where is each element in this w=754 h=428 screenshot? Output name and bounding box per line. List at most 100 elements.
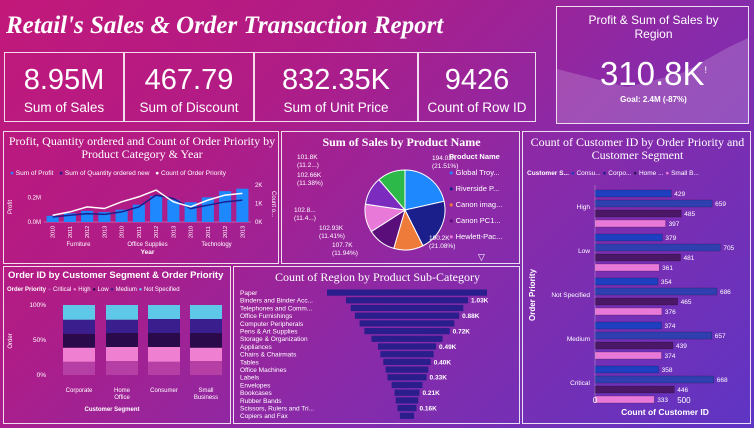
bar-data-label: 361: [662, 265, 673, 272]
pie-legend-title: Product Name: [449, 152, 500, 161]
x-tick-label: 2012: [154, 226, 160, 238]
bar-data-label: 1.03K: [471, 298, 489, 305]
funnel-bar: [399, 412, 415, 419]
panel-profit-quantity-count[interactable]: Profit, Quantity ordered and Count of Or…: [3, 131, 279, 264]
legend-dot: ●: [602, 170, 607, 177]
kpi-count-of-row-id[interactable]: 9426 Count of Row ID: [418, 52, 536, 122]
legend-dot: ●: [138, 287, 143, 293]
legend-corporate: Corpo...: [608, 170, 632, 177]
x-tick-label: 2013: [171, 226, 177, 238]
stack-segment: [63, 319, 95, 334]
bar: [594, 341, 674, 350]
panel-sales-by-product[interactable]: Sum of Sales by Product Name 194.03K (21.…: [281, 131, 520, 264]
y-axis-title: Order: [8, 333, 14, 348]
legend-dot-quantity: ●: [59, 170, 64, 177]
pie-data-label: (11.4...): [294, 215, 316, 222]
panel-order-by-segment[interactable]: Order ID by Customer Segment & Order Pri…: [3, 266, 231, 424]
bar: [594, 199, 713, 208]
x-tick-label: 2012: [85, 226, 91, 238]
funnel-bar: [380, 351, 434, 358]
legend-title: Order Priority: [7, 287, 47, 293]
category-label: Pens & Art Supplies: [240, 329, 298, 336]
pie-legend-item[interactable]: ● Canon imag...: [449, 197, 502, 213]
category-label: Office: [114, 395, 130, 401]
pie-legend-item[interactable]: ● Riverside P...: [449, 181, 502, 197]
region-kpi-number: 310.8K: [599, 55, 705, 92]
bar-data-label: 0.88K: [462, 313, 480, 320]
stack-segment: [63, 347, 95, 362]
funnel-chart: PaperBinders and Binder Acc... 1.03K Telep…: [240, 289, 489, 420]
x-tick-label: 0: [593, 396, 598, 405]
bar-data-label: 668: [717, 377, 728, 384]
funnel-bar: [395, 397, 419, 404]
y-tick-label: 0.0M: [28, 220, 41, 226]
bar: [594, 331, 713, 340]
pie-legend-item[interactable]: ● Canon PC1...: [449, 213, 502, 229]
region-kpi-card[interactable]: Profit & Sum of Sales by Region 310.8K! …: [556, 6, 749, 124]
profit-bar: [81, 210, 94, 222]
category-label: Consumer: [150, 388, 178, 394]
bar-data-label: 439: [676, 343, 687, 350]
region-kpi-alert-icon: !: [704, 65, 708, 75]
panel-region-by-subcategory[interactable]: Count of Region by Product Sub-Category …: [233, 266, 520, 424]
bar-data-label: 333: [657, 397, 668, 404]
funnel-bar: [377, 343, 437, 350]
kpi-sum-of-sales[interactable]: 8.95M Sum of Sales: [4, 52, 124, 122]
category-label: Business: [194, 395, 218, 401]
stack-segment: [148, 319, 180, 333]
x-tick-label: 2011: [137, 226, 143, 238]
legend-quantity: Sum of Quantity ordered new: [64, 170, 150, 177]
panel-customer-by-priority[interactable]: Count of Customer ID by Order Priority a…: [522, 131, 751, 424]
stack-segment: [106, 319, 138, 333]
pie-data-label: 190.2K: [429, 235, 450, 242]
bar-data-label: 446: [677, 387, 688, 394]
pie-data-label: (11.2...): [297, 162, 319, 169]
bar-data-label: 686: [720, 289, 731, 296]
report-title: Retail's Sales & Order Transaction Repor…: [6, 12, 444, 39]
legend-dot: ●: [47, 287, 52, 293]
bar: [594, 297, 678, 306]
pie-data-label: 102.93K: [319, 225, 344, 232]
legend-home-office: Home ...: [638, 170, 664, 177]
bar-data-label: 374: [664, 353, 675, 360]
x-tick-label: 2011: [68, 226, 74, 238]
legend-dot: ●: [665, 170, 670, 177]
bar-data-label: 376: [665, 309, 676, 316]
stack-segment: [190, 361, 222, 375]
bar-data-label: 0.21K: [422, 390, 440, 397]
bar: [594, 385, 675, 394]
legend-dot: ●: [110, 287, 114, 293]
bar: [594, 189, 672, 198]
legend-count: Count of Order Priority: [161, 170, 227, 177]
kpi-sum-of-unit-price[interactable]: 832.35K Sum of Unit Price: [254, 52, 418, 122]
chart-title: Order ID by Customer Segment & Order Pri…: [8, 270, 224, 281]
kpi-value: 8.95M: [23, 64, 105, 96]
funnel-bar: [385, 366, 429, 373]
category-label: Not Specified: [551, 292, 590, 299]
category-label: High: [577, 204, 591, 211]
kpi-sum-of-discount[interactable]: 467.79 Sum of Discount: [124, 52, 254, 122]
stack-segment: [148, 305, 180, 319]
chart-title: Count of Customer ID by Order Priority a…: [530, 135, 745, 162]
kpi-label: Count of Row ID: [427, 100, 527, 115]
legend-dot: ●: [633, 170, 638, 177]
y-axis-title: Profit: [8, 200, 14, 214]
legend-dot: ●: [92, 287, 96, 293]
funnel-bar: [371, 335, 443, 342]
stack-segment: [106, 333, 138, 347]
bar: [594, 307, 663, 316]
category-label: Labels: [240, 375, 260, 382]
bar: [594, 287, 718, 296]
funnel-bar: [359, 320, 455, 327]
funnel-bar: [345, 297, 469, 304]
pie-legend-item[interactable]: ● Hewlett-Pac...: [449, 229, 502, 245]
bar-data-label: 0.40K: [434, 359, 452, 366]
legend-consumer: Consu...: [576, 170, 601, 177]
stack-segment: [148, 347, 180, 362]
legend-critical: Critical: [52, 287, 72, 293]
legend-scroll-down-icon[interactable]: ▽: [478, 252, 485, 263]
category-label: Telephones and Comm...: [240, 305, 312, 312]
category-label: Office Supplies: [127, 242, 167, 248]
stack-segment: [63, 361, 95, 375]
pie-legend-item[interactable]: ● Global Troy...: [449, 165, 502, 181]
